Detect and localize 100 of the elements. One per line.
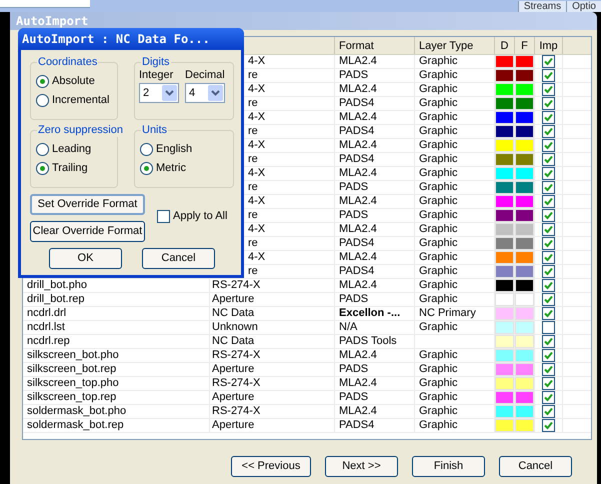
radio-button[interactable] [36, 74, 49, 88]
table-cell: 4-X [248, 111, 266, 123]
table-cell: 4-X [248, 251, 266, 263]
dropdown[interactable]: 4 [185, 83, 225, 103]
button[interactable]: Next >> [325, 456, 398, 477]
table-cell: re [248, 265, 258, 277]
button[interactable]: Cancel [142, 248, 215, 269]
table-cell-text: Graphic [418, 223, 458, 235]
checkbox[interactable] [542, 279, 555, 292]
table-cell-text: MLA2.4 [338, 251, 377, 263]
button[interactable]: Set Override Format [30, 194, 145, 215]
checkbox[interactable] [542, 125, 555, 138]
checkbox[interactable] [542, 405, 555, 418]
table-cell-text: soldermask_bot.rep [26, 419, 124, 431]
table-cell-text: MLA2.4 [338, 349, 377, 361]
table-cell-text: silkscreen_bot.rep [26, 363, 116, 375]
radio-button[interactable] [140, 162, 153, 174]
checkbox[interactable] [542, 419, 555, 432]
table-cell-text: Graphic [418, 167, 458, 179]
table-cell: 4-X [248, 195, 266, 207]
table-cell-text: NC Data [211, 307, 254, 319]
table-cell-text: Graphic [418, 377, 458, 389]
table-cell-text: drill_bot.pho [26, 279, 87, 291]
checkbox[interactable] [542, 223, 555, 236]
table-cell-text: RS-274-X [211, 279, 260, 291]
radio-button[interactable] [140, 142, 153, 156]
column-header[interactable]: Imp [535, 37, 563, 54]
table-cell: re [248, 237, 258, 249]
checkbox[interactable] [542, 321, 555, 334]
table-cell: re [248, 209, 258, 221]
tab[interactable]: Streams [518, 1, 566, 12]
button[interactable]: << Previous [231, 456, 311, 477]
button[interactable]: Cancel [499, 456, 572, 477]
button[interactable]: Clear Override Format [30, 221, 145, 242]
table-cell-text: NC Primary [418, 307, 476, 319]
table-cell-text: Unknown [211, 321, 258, 333]
table-cell-text: Graphic [418, 251, 458, 263]
checkbox[interactable] [542, 139, 555, 152]
column-header[interactable]: F [515, 37, 535, 54]
column-header[interactable]: D [495, 37, 515, 54]
checkbox[interactable] [542, 251, 555, 264]
radio-button[interactable] [36, 94, 49, 106]
table-cell-text: RS-274-X [211, 405, 260, 417]
table-cell-text: PADS [338, 69, 368, 81]
table-cell-text: Graphic [418, 405, 458, 417]
checkbox[interactable] [542, 83, 555, 96]
checkbox[interactable] [542, 391, 555, 404]
table-cell-text: PADS4 [338, 153, 374, 165]
checkbox[interactable] [542, 69, 555, 82]
radio-label: Leading [52, 142, 92, 156]
button[interactable]: Finish [412, 456, 485, 477]
table-cell-text: PADS Tools [338, 335, 397, 347]
checkbox-label: Apply to All [173, 208, 228, 224]
field-label: Integer [139, 68, 174, 82]
dropdown[interactable]: 2 [139, 83, 179, 103]
table-cell: re [248, 69, 258, 81]
radio-label: Metric [156, 161, 186, 175]
table-cell-text: Graphic [418, 321, 458, 333]
table-cell-text: PADS [338, 181, 368, 193]
checkbox[interactable] [157, 210, 170, 222]
table-cell-text: Graphic [418, 363, 458, 375]
table-cell-text: PADS4 [338, 265, 374, 277]
table-cell-text: MLA2.4 [338, 195, 377, 207]
table-cell-text: Graphic [418, 111, 458, 123]
checkbox[interactable] [542, 265, 555, 278]
checkbox[interactable] [542, 97, 555, 110]
checkbox[interactable] [542, 349, 555, 362]
checkbox[interactable] [542, 377, 555, 390]
table-cell-text: RS-274-X [211, 349, 260, 361]
table-cell-text: MLA2.4 [338, 223, 377, 235]
table-cell-text: Graphic [418, 181, 458, 193]
checkbox[interactable] [542, 181, 555, 194]
checkbox[interactable] [542, 335, 555, 348]
checkbox[interactable] [542, 293, 555, 306]
radio-label: Incremental [52, 93, 110, 107]
text-field[interactable] [0, 0, 90, 8]
table-cell-text: PADS4 [338, 237, 374, 249]
table-cell-text: Graphic [418, 83, 458, 95]
checkbox[interactable] [542, 237, 555, 250]
radio-button[interactable] [36, 142, 49, 156]
column-header[interactable]: Layer Type [415, 37, 495, 54]
table-cell: 4-X [248, 83, 266, 95]
table-cell-text: Graphic [418, 349, 458, 361]
checkbox[interactable] [542, 153, 555, 166]
table-cell-text: Graphic [418, 391, 458, 403]
tab[interactable]: Optio [566, 1, 601, 12]
checkbox[interactable] [542, 363, 555, 376]
checkbox[interactable] [542, 307, 555, 320]
radio-button[interactable] [36, 162, 49, 174]
checkbox[interactable] [542, 209, 555, 222]
checkbox[interactable] [542, 111, 555, 124]
table-cell-text: NC Data [211, 335, 254, 347]
checkbox[interactable] [542, 195, 555, 208]
column-header[interactable]: Format [335, 37, 415, 54]
button[interactable]: OK [49, 248, 122, 269]
table-cell-text: MLA2.4 [338, 55, 377, 67]
table-cell-text: PADS [338, 391, 368, 403]
checkbox[interactable] [542, 167, 555, 180]
group-label: Digits [141, 55, 171, 69]
checkbox[interactable] [542, 55, 555, 68]
